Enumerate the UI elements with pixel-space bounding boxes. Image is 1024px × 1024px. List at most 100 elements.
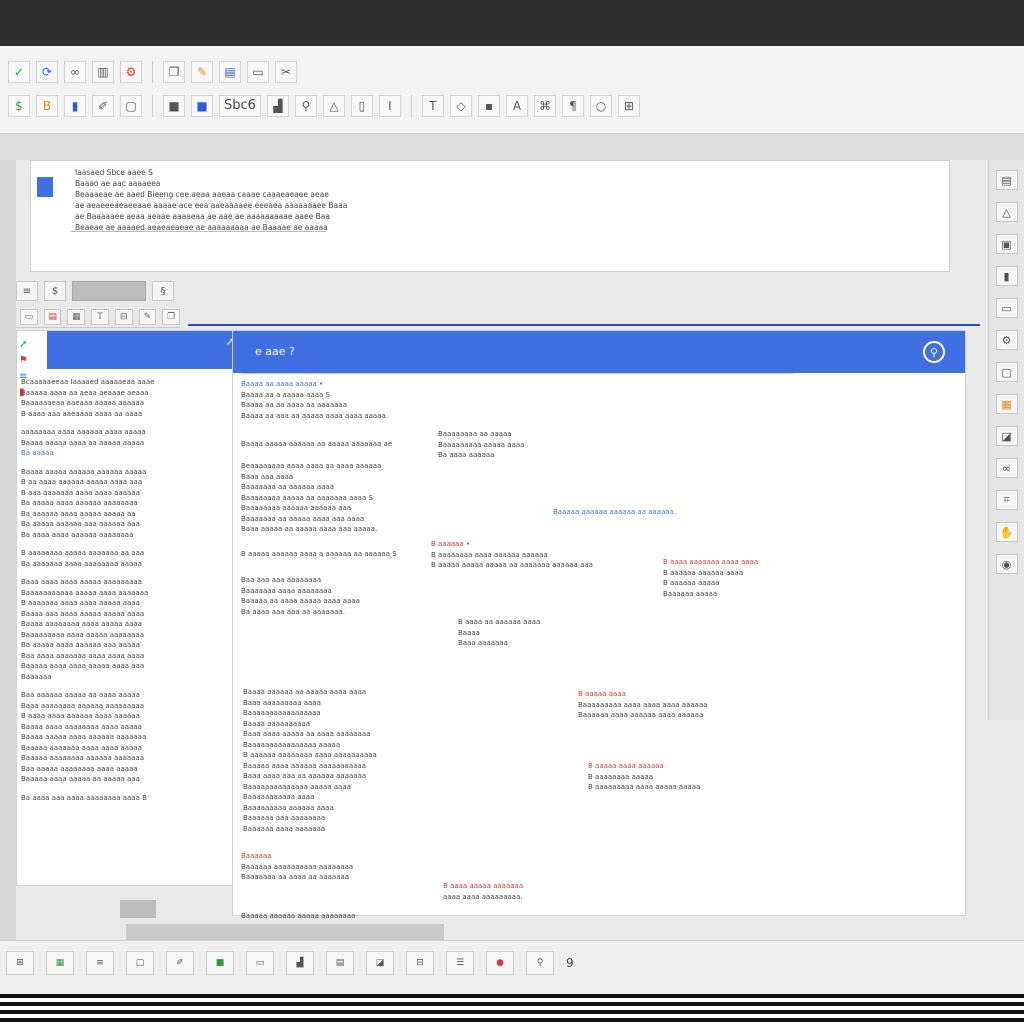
frame-icon[interactable]: ▢ — [126, 951, 154, 975]
hand-icon[interactable]: ✋ — [995, 522, 1018, 542]
text-block: Baaaa aaaaaa aa aaaaa aaaa aaaa Baaa aaaa… — [243, 687, 377, 834]
table-icon[interactable]: ▦ — [995, 394, 1018, 414]
ruler-strip — [0, 134, 1024, 160]
list-icon[interactable]: ≡ — [86, 951, 114, 975]
paragraph-icon[interactable]: ¶ — [561, 95, 584, 117]
crop-icon[interactable]: ⌗ — [995, 490, 1018, 510]
triangle-icon[interactable]: △ — [995, 202, 1018, 222]
chart-icon[interactable]: ▟ — [286, 951, 314, 975]
text-line: Beaaaaaaaa aaaa aaaa aa aaaa aaaaaa — [241, 462, 382, 470]
chart-icon[interactable]: ◪ — [995, 426, 1018, 446]
folder-icon[interactable]: ▤ — [219, 61, 241, 83]
text-line: Ba aaaaa aaaa aaaaaa aaa aaaaa — [21, 641, 140, 649]
align-icon[interactable]: Ⅰ — [378, 95, 401, 117]
arrow-icon[interactable]: ➚ — [19, 339, 33, 351]
settings-icon[interactable]: ⚙ — [120, 61, 142, 83]
search-icon[interactable]: ⚲ — [923, 341, 945, 363]
text-line: Baaaa aaaaaaaa aaaa aaaaa aaaa — [21, 620, 142, 628]
text-icon[interactable]: T — [421, 95, 444, 117]
tab-panel-active[interactable] — [72, 281, 146, 301]
copy-icon[interactable]: ❐ — [162, 308, 181, 325]
text-line: Baaaa aa aaaa aaaaa • — [241, 380, 324, 388]
frame-icon[interactable]: ▢ — [120, 95, 142, 117]
text-line: Baaaaaaaaa aaaa aaaa aaaa aaaaaa — [578, 700, 708, 709]
chart-icon[interactable]: ▟ — [266, 95, 289, 117]
right-sidebar: ▤ △ ▣ ▮ ▭ ⚙ ▢ ▦ ◪ ∞ ⌗ ✋ ◉ — [988, 160, 1024, 720]
eye-icon[interactable]: ◉ — [995, 554, 1018, 574]
pages-icon[interactable]: ▦ — [67, 308, 86, 325]
link-icon[interactable]: ∞ — [995, 458, 1018, 478]
table-icon[interactable]: ▤ — [326, 951, 354, 975]
letter-icon[interactable]: A — [505, 95, 528, 117]
frame-icon[interactable]: ▢ — [995, 362, 1018, 382]
plug-icon[interactable]: ⌘ — [533, 95, 556, 117]
mark-icon[interactable]: ▮ — [64, 95, 86, 117]
text-line: B aaaaaa aaaaa — [663, 579, 720, 587]
pen-icon[interactable]: ✐ — [92, 95, 114, 117]
circle-icon[interactable]: ○ — [589, 95, 612, 117]
refresh-icon[interactable]: ⟳ — [36, 61, 58, 83]
toolbar-row-1: ✓ ⟳ ∞ ▥ ⚙ ❐ ✎ ▤ ▭ ✂ — [8, 58, 297, 86]
tab-panel-3[interactable]: § — [152, 281, 174, 301]
pen-icon[interactable]: ✐ — [166, 951, 194, 975]
list-icon[interactable]: ☰ — [446, 951, 474, 975]
status-bar: ⊞ ▦ ≡ ▢ ✐ ■ ▭ ▟ ▤ ◪ ⊟ ☰ ● ⚲ 9 — [0, 940, 1024, 994]
page-icon[interactable]: ▭ — [246, 951, 274, 975]
tab-panel-1[interactable]: ≡ — [16, 281, 38, 301]
text-line: Baaa aaa aaaa — [241, 472, 294, 481]
toolbar-text-field[interactable]: Sbc6 — [219, 95, 261, 117]
copy-icon[interactable]: ❐ — [163, 61, 185, 83]
panel-tabs: ≡ $ § — [16, 280, 174, 302]
edit-icon[interactable]: ✎ — [138, 308, 157, 325]
text-block: Baa aaa aaa aaaaaaaa Baaaaaaa aaaa aaaaaa… — [241, 575, 360, 617]
grid-icon[interactable]: ⊞ — [617, 95, 640, 117]
money-icon[interactable]: $ — [8, 95, 30, 117]
text-line: Baaa aaaaaaaaa aaaa — [243, 698, 321, 707]
text-block: B aaaa aaaaa aaaaaaa aaaa aaaa aaaaaaaaa. — [443, 881, 523, 902]
text-line: Baaaaaaaaaaa aaaa — [243, 793, 315, 801]
window-icon[interactable]: ▭ — [247, 61, 269, 83]
fill-icon[interactable]: ■ — [163, 95, 185, 117]
record-icon[interactable]: ● — [486, 951, 514, 975]
clip-icon[interactable]: ⊟ — [114, 308, 133, 325]
ruler-icon[interactable]: ▯ — [350, 95, 373, 117]
image-icon[interactable]: ▣ — [995, 234, 1018, 254]
mark-icon[interactable]: ▮ — [995, 266, 1018, 286]
text-line: Baaaa aaaaa aaaa aa aaaaa aaaaa — [21, 438, 145, 447]
text-line: B aaaa aa aaaaaa aaaa — [458, 618, 541, 626]
layout-icon[interactable]: ⊟ — [406, 951, 434, 975]
brush-icon[interactable]: ✎ — [191, 61, 213, 83]
text-line: Baaaa aaaa aaaaaaaa aaaa aaaaa — [21, 722, 142, 731]
fill-icon[interactable]: ■ — [206, 951, 234, 975]
document-thumbnail[interactable] — [37, 177, 53, 197]
open-icon[interactable]: ▭ — [20, 308, 38, 325]
blue-fill-icon[interactable]: ■ — [191, 95, 213, 117]
text-block: Baaaaaaaa aa aaaaa Baaaaaaaaa aaaaa aaaa B… — [438, 429, 524, 461]
bold-icon[interactable]: B — [36, 95, 58, 117]
text-line: Baaaaaa — [241, 852, 272, 860]
folder-icon[interactable]: ▤ — [43, 308, 62, 325]
tab-panel-2[interactable]: $ — [44, 281, 66, 301]
search-icon[interactable]: ⚲ — [294, 95, 317, 117]
link-icon[interactable]: ∞ — [64, 61, 86, 83]
grid-icon[interactable]: ⊞ — [6, 951, 34, 975]
bar-icon[interactable]: ▥ — [92, 61, 114, 83]
sheet-icon[interactable]: ▦ — [46, 951, 74, 975]
triangle-icon[interactable]: △ — [322, 95, 345, 117]
flag-icon[interactable]: ⚑ — [19, 355, 33, 367]
text-line: Baaaaaaa aa aaaaaa aaaa — [241, 483, 334, 491]
graph-icon[interactable]: ◪ — [366, 951, 394, 975]
settings-icon[interactable]: ⚙ — [995, 330, 1018, 350]
cut-icon[interactable]: ✂ — [275, 61, 297, 83]
checkmark-icon[interactable]: ✓ — [8, 61, 30, 83]
text-line: Baaaa aaaaaaaaaa — [243, 719, 311, 728]
cell-icon[interactable]: ▪ — [477, 95, 500, 117]
text-line: Baaaa — [458, 628, 480, 637]
text-line: B aaaa aaa aaeaaaa aaaa aa aaaa — [21, 409, 143, 418]
pages-icon[interactable]: ▤ — [995, 170, 1018, 190]
text-icon[interactable]: T — [91, 308, 109, 325]
window-icon[interactable]: ▭ — [995, 298, 1018, 318]
zoom-icon[interactable]: ⚲ — [526, 951, 554, 975]
shape-icon[interactable]: ◇ — [449, 95, 472, 117]
